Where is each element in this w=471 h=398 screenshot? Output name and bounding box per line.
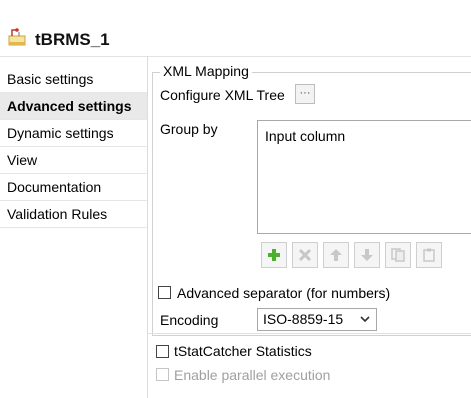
sidebar-item-dynamic-settings[interactable]: Dynamic settings xyxy=(0,120,147,147)
paste-button[interactable] xyxy=(416,242,442,268)
encoding-label: Encoding xyxy=(160,312,219,328)
paste-icon xyxy=(423,248,435,262)
component-header: tBRMS_1 xyxy=(0,0,471,57)
tstatcatcher-label: tStatCatcher Statistics xyxy=(174,343,312,359)
plus-icon xyxy=(268,249,280,261)
add-row-button[interactable] xyxy=(261,242,287,268)
arrow-down-icon xyxy=(361,249,373,261)
table-column-header: Input column xyxy=(265,128,346,144)
sidebar-item-validation-rules[interactable]: Validation Rules xyxy=(0,201,147,228)
remove-row-button[interactable] xyxy=(292,242,318,268)
sidebar-divider xyxy=(147,56,148,398)
sidebar-item-view[interactable]: View xyxy=(0,147,147,174)
advanced-separator-label: Advanced separator (for numbers) xyxy=(177,285,391,301)
copy-button[interactable] xyxy=(385,242,411,268)
parallel-execution-label: Enable parallel execution xyxy=(174,367,331,383)
settings-sidebar: Basic settings Advanced settings Dynamic… xyxy=(0,66,147,228)
section-divider xyxy=(148,333,471,334)
arrow-up-icon xyxy=(330,249,342,261)
delete-icon xyxy=(298,248,312,262)
component-title: tBRMS_1 xyxy=(35,30,110,49)
xml-mapping-title: XML Mapping xyxy=(160,63,252,79)
group-by-table[interactable]: Input column xyxy=(257,120,471,234)
copy-icon xyxy=(391,248,405,262)
encoding-select[interactable]: ISO-8859-15 xyxy=(257,308,377,331)
chevron-down-icon xyxy=(359,309,371,336)
component-icon xyxy=(6,26,28,48)
parallel-execution-checkbox[interactable] xyxy=(156,368,169,381)
advanced-separator-checkbox[interactable] xyxy=(158,286,171,299)
move-up-button[interactable] xyxy=(323,242,349,268)
move-down-button[interactable] xyxy=(354,242,380,268)
configure-xml-tree-label: Configure XML Tree xyxy=(160,87,285,103)
configure-xml-tree-button[interactable]: ··· xyxy=(295,84,315,104)
sidebar-item-basic-settings[interactable]: Basic settings xyxy=(0,66,147,93)
tstatcatcher-checkbox[interactable] xyxy=(156,345,169,358)
encoding-value: ISO-8859-15 xyxy=(263,311,344,327)
sidebar-item-advanced-settings[interactable]: Advanced settings xyxy=(0,93,147,120)
sidebar-item-documentation[interactable]: Documentation xyxy=(0,174,147,201)
group-by-label: Group by xyxy=(160,121,218,137)
